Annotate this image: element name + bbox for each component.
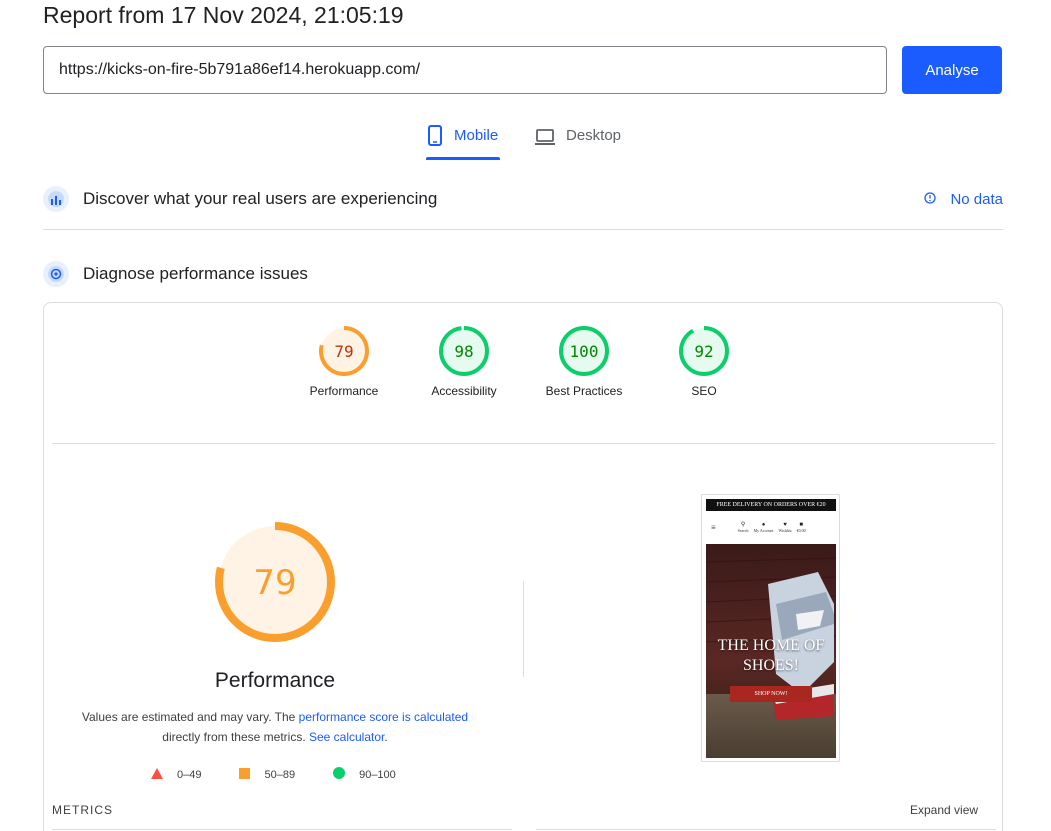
gauge-accessibility-ring: 98	[439, 326, 489, 376]
url-input[interactable]	[43, 46, 887, 94]
section-divider	[43, 229, 1003, 230]
gauge-score: 92	[694, 342, 713, 361]
legend-label: 50–89	[264, 768, 296, 781]
gauge-score: 79	[253, 563, 296, 603]
metrics-divider	[52, 829, 512, 830]
screenshot-nav-search: ⚲ Search	[738, 521, 749, 533]
gauge-label: Accessibility	[431, 384, 497, 398]
legend-label: 90–100	[359, 768, 396, 781]
see-calculator-link[interactable]: See calculator	[309, 730, 384, 744]
gauge-label: Performance	[309, 384, 379, 398]
gauge-label: Best Practices	[545, 384, 623, 398]
gauge-score: 98	[454, 342, 473, 361]
no-data-link[interactable]: No data	[924, 191, 1003, 208]
gauge-best-practices[interactable]: 100 Best Practices	[524, 325, 644, 398]
hero-headline: THE HOME OF SHOES!	[717, 637, 825, 674]
score-calculated-link[interactable]: performance score is calculated	[299, 710, 468, 724]
active-tab-indicator	[426, 157, 500, 160]
gauge-accessibility[interactable]: 98 Accessibility	[404, 325, 524, 398]
report-card: 79 Performance 98 Accessibility 100 Best…	[43, 302, 1003, 831]
performance-big-gauge: 79	[215, 522, 335, 642]
screenshot-nav: ≡ ⚲ Search ● My Account ♥ Wishlist ■ €0.00	[706, 513, 836, 541]
metrics-label: METRICS	[52, 803, 113, 817]
nav-label: My Account	[753, 527, 774, 533]
tab-desktop[interactable]: Desktop	[534, 122, 621, 162]
desc-text: .	[384, 730, 388, 744]
screenshot-nav-account: ● My Account	[754, 522, 774, 533]
gauge-seo[interactable]: 92 SEO	[644, 325, 764, 398]
score-legend: 0–49 50–89 90–100	[151, 767, 434, 782]
gauge-performance-ring: 79	[319, 326, 369, 376]
desc-text: Values are estimated and may vary. The	[81, 710, 299, 724]
nav-label: Search	[737, 528, 749, 533]
nav-label: Wishlist	[778, 527, 792, 533]
gauge-seo-ring: 92	[679, 326, 729, 376]
gauge-label: SEO	[691, 384, 717, 398]
screenshot-hero: THE HOME OF SHOES! SHOP NOW!	[706, 544, 836, 758]
desc-text: directly from these metrics.	[162, 730, 309, 744]
tab-desktop-label: Desktop	[566, 127, 622, 144]
search-icon: ⚲	[740, 522, 746, 528]
expand-view-toggle[interactable]: Expand view	[910, 803, 978, 817]
legend-pass: 90–100	[333, 767, 396, 782]
users-chart-icon	[43, 186, 69, 212]
field-data-row: Discover what your real users are experi…	[43, 185, 1003, 213]
gauge-best-practices-ring: 100	[559, 326, 609, 376]
screenshot-nav-bag: ■ €0.00	[797, 522, 806, 533]
metrics-divider	[536, 829, 996, 830]
screenshot-banner: FREE DELIVERY ON ORDERS OVER €20	[706, 499, 836, 511]
hero-shop-button: SHOP NOW!	[730, 686, 812, 702]
gauge-divider	[52, 443, 995, 444]
diagnose-row: Diagnose performance issues	[43, 260, 1003, 288]
square-icon	[239, 767, 251, 782]
target-icon	[43, 261, 69, 287]
legend-fail: 0–49	[151, 767, 202, 782]
nav-label: €0.00	[796, 527, 806, 533]
phone-icon	[426, 122, 444, 148]
performance-description: Values are estimated and may vary. The p…	[74, 707, 476, 747]
vertical-divider	[523, 581, 524, 677]
no-data-label: No data	[950, 190, 1003, 208]
triangle-icon	[151, 767, 163, 782]
gauge-performance[interactable]: 79 Performance	[284, 325, 404, 398]
tab-mobile-label: Mobile	[454, 127, 499, 144]
laptop-icon	[534, 122, 556, 148]
screenshot-nav-wishlist: ♥ Wishlist	[778, 522, 791, 533]
performance-heading: Performance	[214, 669, 336, 692]
gauge-score: 100	[570, 342, 599, 361]
report-title: Report from 17 Nov 2024, 21:05:19	[43, 2, 404, 28]
info-icon	[924, 191, 937, 208]
legend-average: 50–89	[239, 767, 296, 782]
circle-icon	[333, 767, 346, 782]
legend-label: 0–49	[177, 768, 202, 781]
menu-icon: ≡	[711, 522, 716, 532]
diagnose-title: Diagnose performance issues	[83, 264, 308, 283]
analyse-button[interactable]: Analyse	[902, 46, 1002, 94]
field-data-title: Discover what your real users are experi…	[83, 189, 438, 208]
gauge-score: 79	[334, 342, 353, 361]
tab-mobile[interactable]: Mobile	[426, 122, 498, 162]
page-screenshot: FREE DELIVERY ON ORDERS OVER €20 ≡ ⚲ Sear…	[701, 494, 840, 762]
